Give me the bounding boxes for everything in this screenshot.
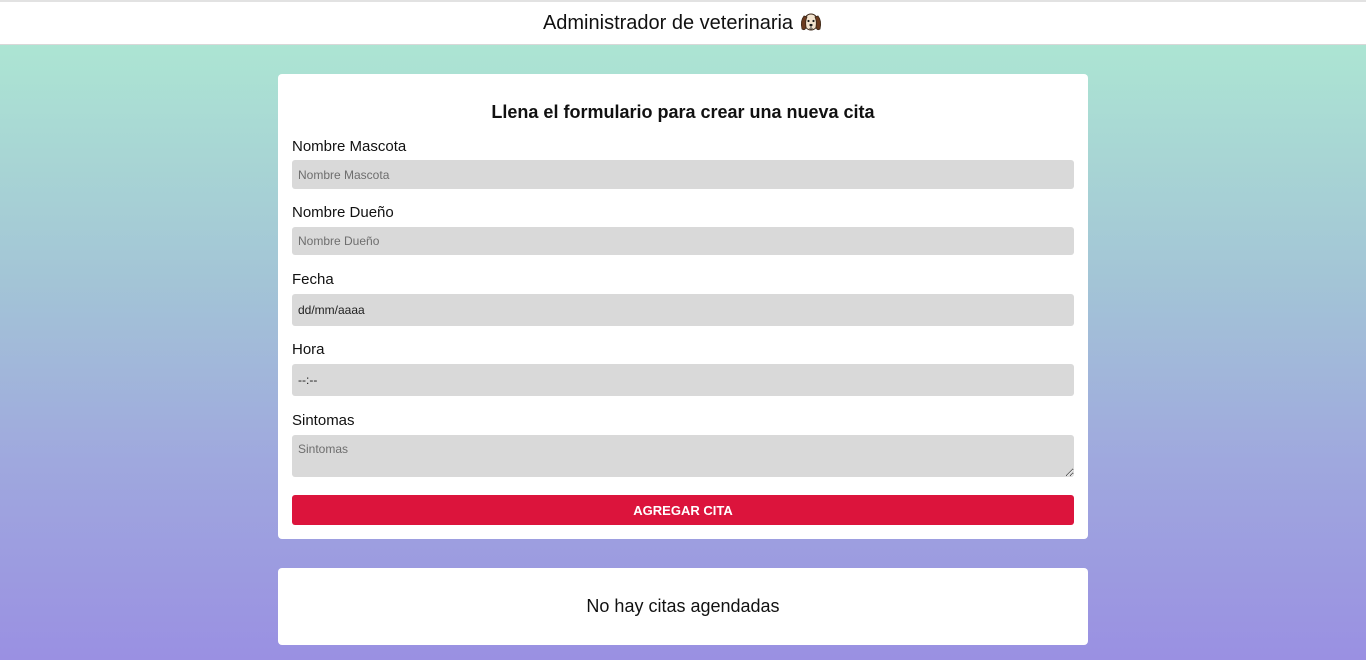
symptoms-label: Sintomas	[292, 412, 355, 429]
pet-name-input[interactable]	[292, 160, 1074, 189]
empty-appointments-message: No hay citas agendadas	[586, 596, 780, 616]
date-input[interactable]	[292, 294, 1074, 326]
form-title: Llena el formulario para crear una nueva…	[491, 102, 875, 122]
app-title: Administrador de veterinaria	[543, 11, 823, 35]
owner-name-label: Nombre Dueño	[292, 204, 394, 221]
time-input[interactable]	[292, 364, 1074, 396]
date-label: Fecha	[292, 271, 334, 288]
app-title-text: Administrador de veterinaria	[542, 11, 794, 34]
add-appointment-button[interactable]: AGREGAR CITA	[292, 495, 1074, 525]
symptoms-textarea[interactable]	[292, 435, 1074, 477]
appointment-form: Llena el formulario para crear una nueva…	[278, 74, 1088, 539]
owner-name-input[interactable]	[292, 227, 1074, 255]
pet-name-label: Nombre Mascota	[292, 138, 407, 155]
dog-icon	[799, 11, 823, 35]
time-label: Hora	[292, 341, 325, 358]
appointments-panel: No hay citas agendadas	[278, 568, 1088, 645]
app-header: Administrador de veterinaria	[0, 0, 1366, 45]
